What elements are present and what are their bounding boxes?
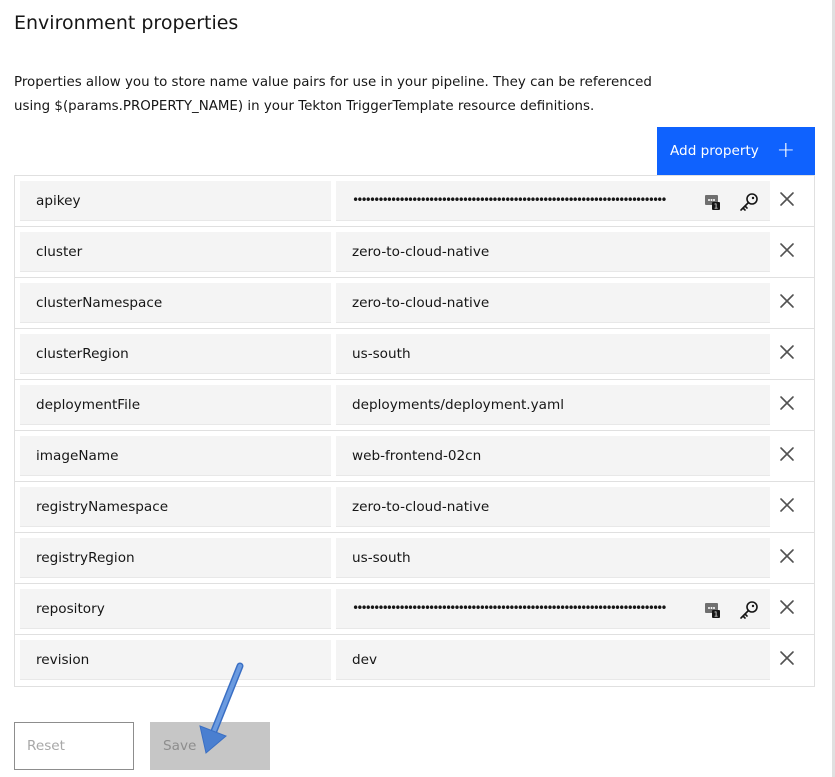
properties-table: apikey ••••••••••••••••••••••••••••••••••… <box>14 175 815 687</box>
property-name-input[interactable]: revision <box>20 640 331 680</box>
property-value-input[interactable]: dev <box>336 640 770 680</box>
property-name-input[interactable]: registryRegion <box>20 538 331 578</box>
property-value-text: us-south <box>352 549 411 566</box>
close-icon[interactable] <box>779 191 795 207</box>
property-value-text: zero-to-cloud-native <box>352 243 490 260</box>
property-name-text: cluster <box>36 243 83 260</box>
property-row: repository ••••••••••••••••••••••••••••••… <box>15 584 814 635</box>
property-value-text: dev <box>352 651 378 668</box>
close-icon[interactable] <box>779 395 795 411</box>
plus-icon: + <box>776 138 795 163</box>
property-name-text: clusterRegion <box>36 345 129 362</box>
svg-text:1: 1 <box>714 611 718 619</box>
secret-vault-icon: 1 <box>705 603 720 619</box>
close-icon[interactable] <box>779 650 795 666</box>
key-icon[interactable] <box>738 600 760 620</box>
property-secret-text: ••••••••••••••••••••••••••••••••••••••••… <box>352 600 668 615</box>
property-name-input[interactable]: apikey <box>20 181 331 221</box>
reset-label: Reset <box>27 738 65 754</box>
property-name-input[interactable]: deploymentFile <box>20 385 331 425</box>
property-name-text: imageName <box>36 447 119 464</box>
property-row: cluster zero-to-cloud-native <box>15 227 814 278</box>
property-name-input[interactable]: registryNamespace <box>20 487 331 527</box>
property-value-text: zero-to-cloud-native <box>352 498 490 515</box>
property-row: apikey ••••••••••••••••••••••••••••••••••… <box>15 176 814 227</box>
property-name-text: repository <box>36 600 105 617</box>
add-property-label: Add property <box>670 143 759 159</box>
property-value-text: zero-to-cloud-native <box>352 294 490 311</box>
close-icon[interactable] <box>779 497 795 513</box>
close-icon[interactable] <box>779 344 795 360</box>
secret-vault-icon: 1 <box>705 195 720 211</box>
property-row: registryNamespace zero-to-cloud-native <box>15 482 814 533</box>
property-row: deploymentFile deployments/deployment.yam… <box>15 380 814 431</box>
property-secret-text: ••••••••••••••••••••••••••••••••••••••••… <box>352 192 668 207</box>
key-icon[interactable] <box>738 192 760 212</box>
svg-text:1: 1 <box>714 203 718 211</box>
property-value-text: deployments/deployment.yaml <box>352 396 564 413</box>
property-value-input[interactable]: deployments/deployment.yaml <box>336 385 770 425</box>
property-value-text: web-frontend-02cn <box>352 447 482 464</box>
property-row: imageName web-frontend-02cn <box>15 431 814 482</box>
property-name-input[interactable]: clusterRegion <box>20 334 331 374</box>
property-name-text: apikey <box>36 192 81 209</box>
property-value-input[interactable]: us-south <box>336 538 770 578</box>
property-value-input[interactable]: us-south <box>336 334 770 374</box>
property-value-input[interactable]: zero-to-cloud-native <box>336 232 770 272</box>
close-icon[interactable] <box>779 599 795 615</box>
close-icon[interactable] <box>779 293 795 309</box>
property-name-text: clusterNamespace <box>36 294 163 311</box>
close-icon[interactable] <box>779 242 795 258</box>
property-name-input[interactable]: imageName <box>20 436 331 476</box>
property-row: revision dev <box>15 635 814 686</box>
property-row: clusterNamespace zero-to-cloud-native <box>15 278 814 329</box>
property-name-input[interactable]: clusterNamespace <box>20 283 331 323</box>
property-name-input[interactable]: cluster <box>20 232 331 272</box>
page-title: Environment properties <box>14 12 239 34</box>
property-row: clusterRegion us-south <box>15 329 814 380</box>
property-name-input[interactable]: repository <box>20 589 331 629</box>
add-property-button[interactable]: Add property + <box>657 127 815 175</box>
property-value-input[interactable]: zero-to-cloud-native <box>336 487 770 527</box>
property-row: registryRegion us-south <box>15 533 814 584</box>
property-name-text: revision <box>36 651 90 668</box>
property-secret-input[interactable]: ••••••••••••••••••••••••••••••••••••••••… <box>336 181 770 221</box>
close-icon[interactable] <box>779 446 795 462</box>
property-name-text: registryNamespace <box>36 498 169 515</box>
property-name-text: deploymentFile <box>36 396 141 413</box>
property-name-text: registryRegion <box>36 549 135 566</box>
property-secret-input[interactable]: ••••••••••••••••••••••••••••••••••••••••… <box>336 589 770 629</box>
property-value-text: us-south <box>352 345 411 362</box>
reset-button[interactable]: Reset <box>14 722 134 770</box>
close-icon[interactable] <box>779 548 795 564</box>
property-value-input[interactable]: zero-to-cloud-native <box>336 283 770 323</box>
page-description: Properties allow you to store name value… <box>14 75 652 114</box>
annotation-arrow-icon <box>199 662 244 754</box>
property-value-input[interactable]: web-frontend-02cn <box>336 436 770 476</box>
